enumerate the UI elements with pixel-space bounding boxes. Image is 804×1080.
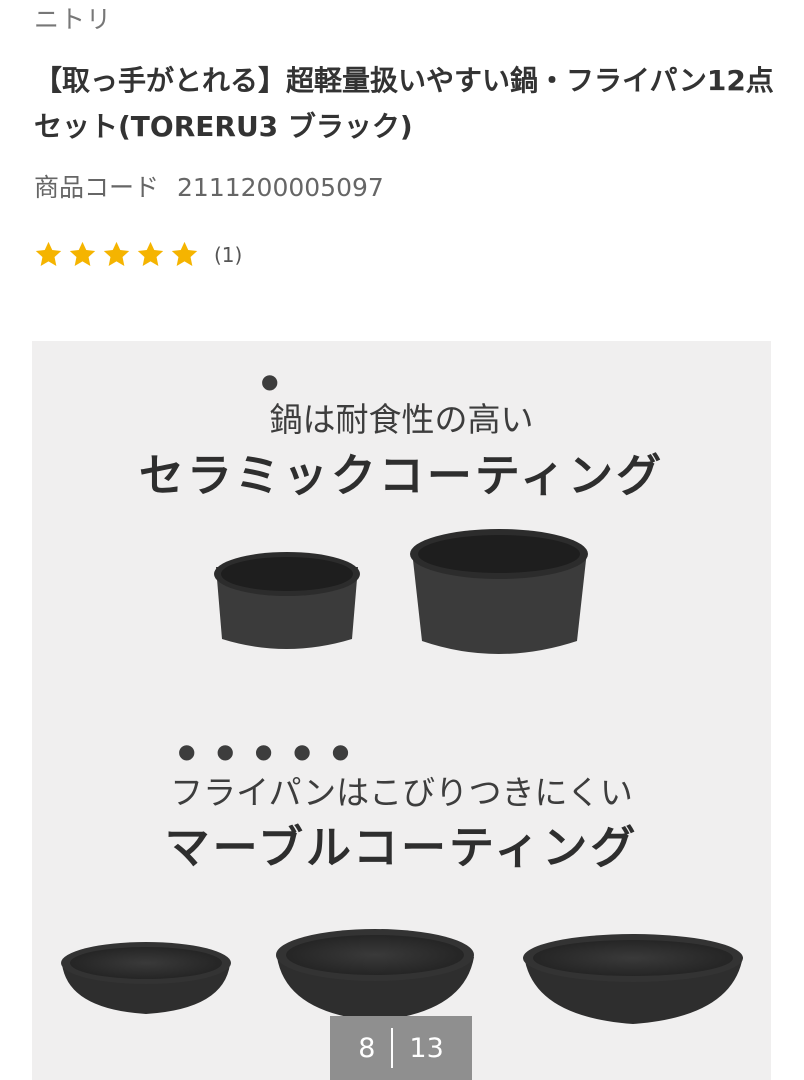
rating[interactable]: (1) [34, 240, 242, 269]
product-code-label: 商品コード [34, 173, 160, 202]
brand-name[interactable]: ニトリ [34, 0, 112, 36]
carousel-current: 8 [358, 1032, 376, 1064]
star-icon [102, 240, 131, 269]
small-pot-image [214, 552, 360, 649]
product-image-carousel[interactable]: ● 鍋は耐食性の高い セラミックコーティング ●●●●● フライパンはこびりつき… [32, 341, 771, 1080]
star-icon [170, 240, 199, 269]
frying-pan-small-image [61, 942, 231, 1014]
pot-heading: セラミックコーティング [138, 449, 665, 502]
product-code-row: 商品コード 2111200005097 [34, 168, 384, 204]
review-count[interactable]: (1) [214, 243, 242, 267]
pan-heading: マーブルコーティング [164, 821, 639, 874]
large-pot-image [410, 529, 588, 654]
emphasis-dot: ● [261, 369, 300, 393]
product-title: 【取っ手がとれる】超軽量扱いやすい鍋・フライパン12点セット(TORERU3 ブ… [34, 64, 774, 143]
star-icon [136, 240, 165, 269]
star-icon [68, 240, 97, 269]
frying-pan-large-image [523, 934, 743, 1024]
product-code-value: 2111200005097 [177, 173, 384, 202]
pan-subheading: フライパンはこびりつきにくい [170, 773, 633, 812]
star-icon [34, 240, 63, 269]
carousel-counter: 8 13 [330, 1016, 472, 1080]
frying-pan-medium-image [276, 929, 474, 1021]
carousel-total: 13 [409, 1032, 444, 1064]
pot-subheading: 鍋は耐食性の高い [269, 400, 534, 439]
carousel-separator [391, 1028, 394, 1068]
emphasis-dots: ●●●●● [178, 739, 371, 763]
